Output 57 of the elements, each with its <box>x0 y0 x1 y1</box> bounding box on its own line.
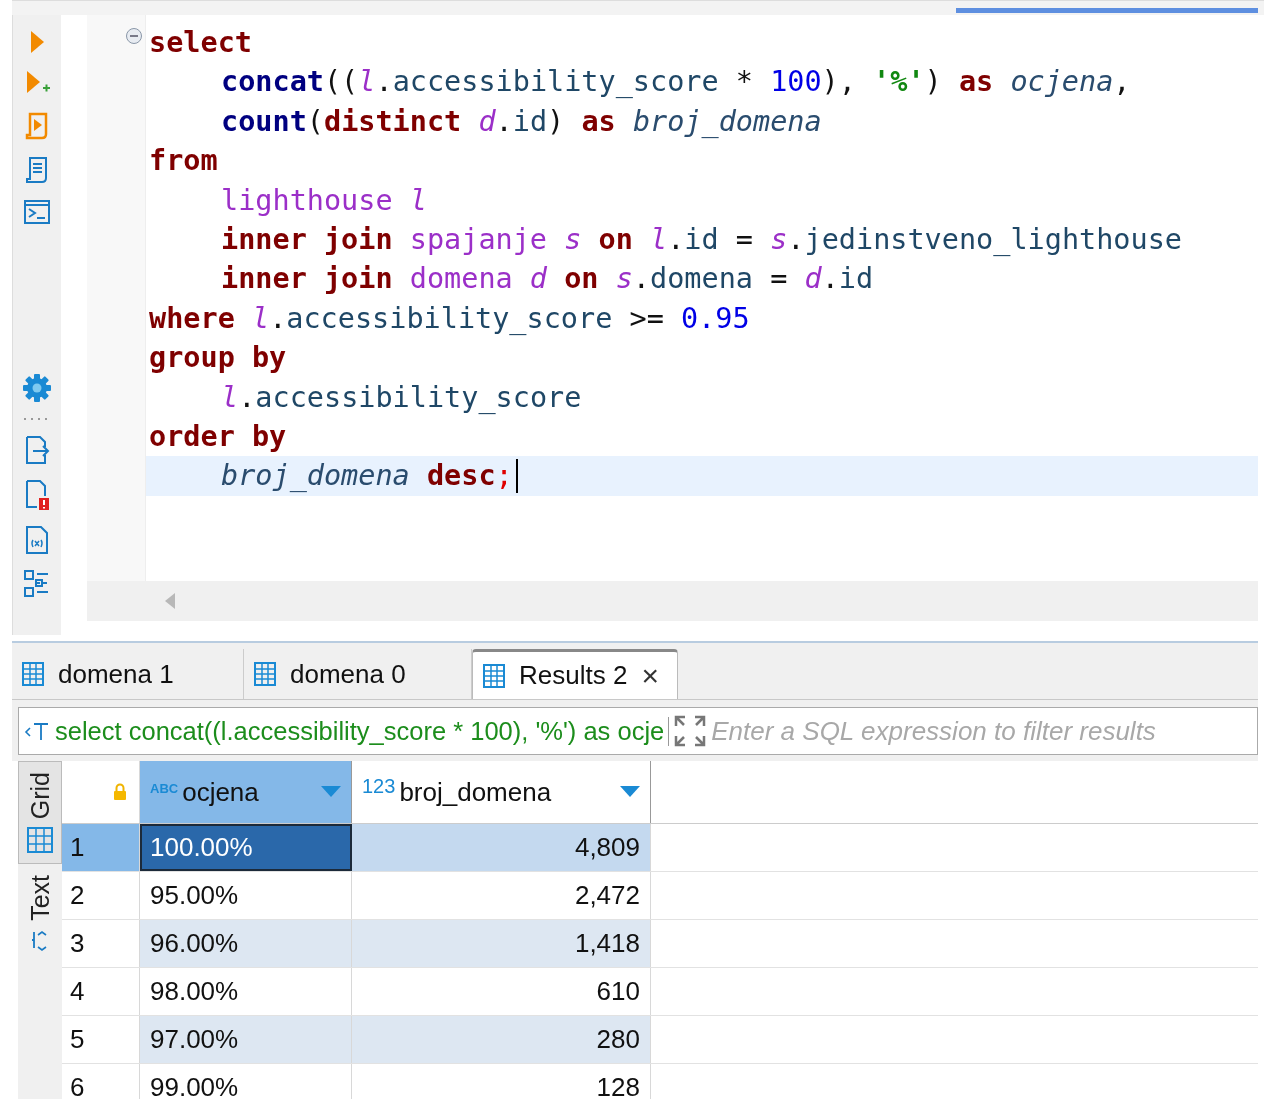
collapse-icon[interactable] <box>125 27 143 45</box>
table-cell: 100.00% <box>140 824 352 871</box>
table-icon <box>483 663 505 688</box>
table-cell: 97.00% <box>140 1016 352 1063</box>
table-cell: 95.00% <box>140 872 352 919</box>
table-icon <box>22 662 44 686</box>
filter-input[interactable]: Enter a SQL expression to filter results <box>711 715 1257 747</box>
code-line: group by <box>149 340 287 377</box>
table-cell: 2,472 <box>352 872 651 919</box>
view-tab[interactable]: Text <box>18 864 62 971</box>
table-cell: 1,418 <box>352 920 651 967</box>
table-cell: 128 <box>352 1064 651 1099</box>
export-icon[interactable] <box>23 435 51 465</box>
view-tab[interactable]: Grid <box>18 761 62 865</box>
variables-icon[interactable] <box>23 525 51 555</box>
code-line: concat((l.accessibility_score * 100), '%') as ocjena, <box>221 64 1131 101</box>
query-text: select concat((l.accessibility_score * 100), '%') as ocje <box>55 716 670 746</box>
text-type-icon <box>23 720 51 742</box>
close-button[interactable]: × <box>641 658 659 693</box>
grid-icon <box>27 827 53 854</box>
lock-icon <box>113 783 127 801</box>
column-name: ocjena <box>182 776 259 808</box>
code-line: inner join domena d on s.domena = d.id <box>221 261 874 298</box>
code-line: broj_domena desc; <box>221 458 513 495</box>
table-cell: 610 <box>352 968 651 1015</box>
settings-icon[interactable] <box>22 373 52 403</box>
code-line: where l.accessibility_score >= 0.95 <box>149 300 750 337</box>
run-icon[interactable] <box>28 29 46 55</box>
code-line: inner join spajanje s on l.id = s.jedinstveno_lighthouse <box>221 221 1182 258</box>
terminal-icon[interactable] <box>23 199 51 225</box>
type-label: ABC <box>150 781 179 796</box>
type-label: 123 <box>362 775 396 798</box>
table-cell: 280 <box>352 1016 651 1063</box>
horizontal-scrollbar[interactable] <box>87 581 1258 621</box>
code-line: lighthouse l <box>221 182 427 219</box>
column-name: broj_domena <box>399 776 552 808</box>
script-icon[interactable] <box>24 155 50 185</box>
code-line: from <box>149 143 218 180</box>
code-line: select <box>149 25 252 61</box>
table-cell: 96.00% <box>140 920 352 967</box>
row-number[interactable]: 1 <box>62 824 140 871</box>
outline-icon[interactable] <box>23 569 51 599</box>
table-cell: 4,809 <box>352 824 651 871</box>
result-tab[interactable]: domena 1 <box>12 649 244 699</box>
file-error-icon[interactable] <box>23 479 51 511</box>
result-tab[interactable]: Results 2 × <box>472 649 678 699</box>
table-cell: 99.00% <box>140 1064 352 1099</box>
code-line: l.accessibility_score <box>221 379 582 416</box>
script-run-icon[interactable] <box>24 111 50 141</box>
table-icon <box>254 662 276 686</box>
code-line: order by <box>149 418 287 455</box>
table-cell: 98.00% <box>140 968 352 1015</box>
code-line: count(distinct d.id) as broj_domena <box>221 103 822 140</box>
filter-bar[interactable]: select concat((l.accessibility_score * 100), '%') as ocje Enter a SQL expression to filter results <box>18 707 1258 755</box>
text-cursor <box>515 459 518 493</box>
expand-icon[interactable] <box>673 714 708 748</box>
dropdown-arrow-icon[interactable] <box>620 786 640 798</box>
